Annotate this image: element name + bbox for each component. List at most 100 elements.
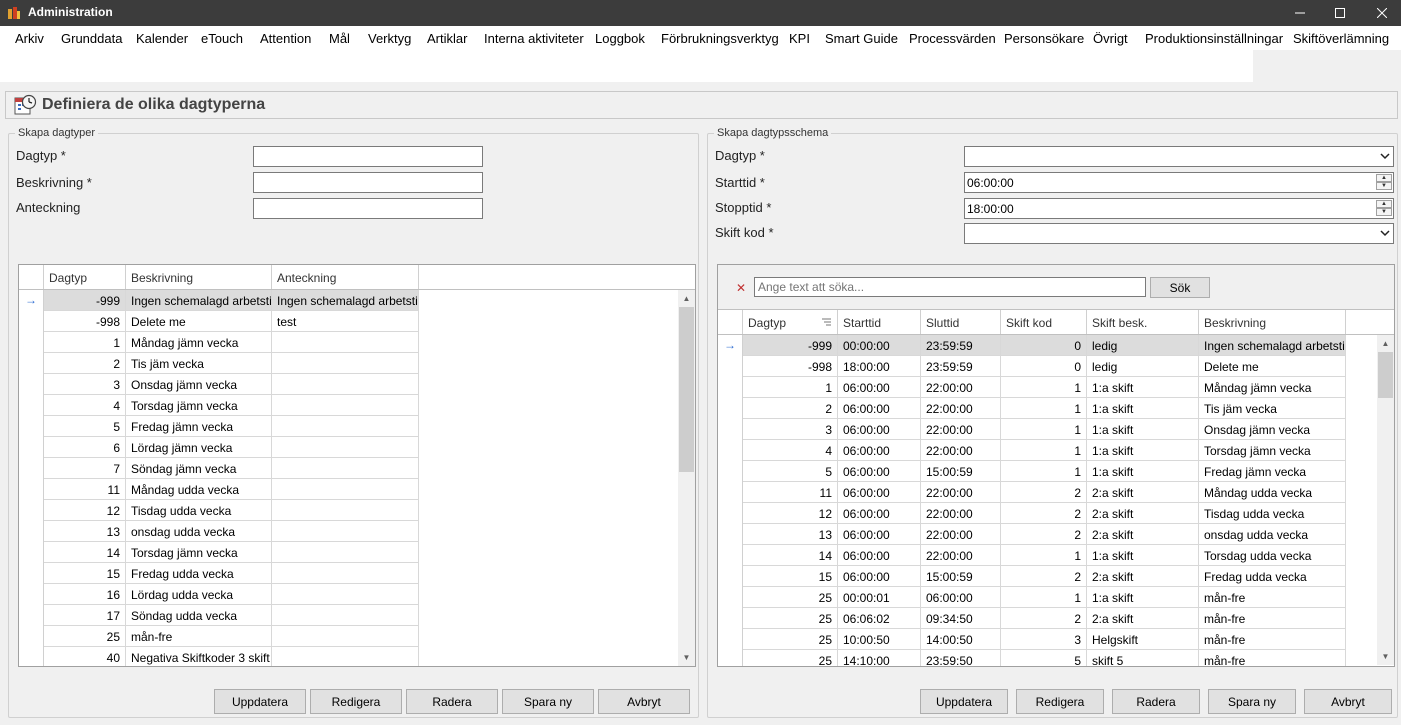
table-cell[interactable]: 06:00:00 (838, 377, 921, 398)
table-cell[interactable]: 25 (44, 626, 126, 647)
table-cell[interactable]: 2:a skift (1087, 503, 1199, 524)
table-row[interactable]: 1 06:00:00 22:00:00 1 1:a skift Måndag jämn v… (718, 377, 1377, 398)
table-row[interactable]: 25 mån-fre (19, 626, 678, 647)
table-cell[interactable]: -998 (44, 311, 126, 332)
table-row[interactable]: 15 06:00:00 15:00:59 2 2:a skift Fredag udda … (718, 566, 1377, 587)
table-cell[interactable]: 06:00:00 (921, 587, 1001, 608)
row-header[interactable] (19, 353, 44, 374)
table-cell[interactable]: 2:a skift (1087, 524, 1199, 545)
table-cell[interactable]: 22:00:00 (921, 545, 1001, 566)
table-cell[interactable]: Torsdag jämn vecka (1199, 440, 1346, 461)
table-cell[interactable] (272, 332, 419, 353)
table-cell[interactable]: 22:00:00 (921, 398, 1001, 419)
col-skiftbesk[interactable]: Skift besk. (1087, 310, 1199, 334)
table-cell[interactable] (272, 458, 419, 479)
table-cell[interactable]: 15 (44, 563, 126, 584)
table-cell[interactable]: 1:a skift (1087, 461, 1199, 482)
table-cell[interactable]: 25 (743, 608, 838, 629)
right-delete-button[interactable]: Radera (1112, 689, 1200, 714)
table-cell[interactable]: Måndag jämn vecka (1199, 377, 1346, 398)
menu-mal[interactable]: Mål (329, 31, 350, 46)
menu-artiklar[interactable]: Artiklar (427, 31, 467, 46)
table-cell[interactable]: 22:00:00 (921, 377, 1001, 398)
col-beskrivning[interactable]: Beskrivning (1199, 310, 1346, 334)
table-cell[interactable]: 2 (1001, 566, 1087, 587)
table-cell[interactable]: Ingen schemalagd arbetstid (126, 290, 272, 311)
current-row-arrow-icon[interactable]: → (19, 290, 44, 311)
table-cell[interactable]: Delete me (1199, 356, 1346, 377)
scroll-down-icon[interactable]: ▼ (1377, 648, 1394, 665)
table-row[interactable]: -998 Delete me test (19, 311, 678, 332)
row-header[interactable] (19, 521, 44, 542)
scroll-up-icon[interactable]: ▲ (678, 290, 695, 307)
scroll-up-icon[interactable]: ▲ (1377, 335, 1394, 352)
table-cell[interactable]: Lördag jämn vecka (126, 437, 272, 458)
table-cell[interactable]: skift 5 (1087, 650, 1199, 666)
table-cell[interactable]: 2 (1001, 524, 1087, 545)
table-cell[interactable]: 06:00:00 (838, 545, 921, 566)
table-cell[interactable]: Negativa Skiftkoder 3 skift (126, 647, 272, 666)
table-cell[interactable] (272, 584, 419, 605)
table-cell[interactable]: 22:00:00 (921, 419, 1001, 440)
table-cell[interactable]: 12 (743, 503, 838, 524)
table-cell[interactable]: ledig (1087, 356, 1199, 377)
row-header[interactable] (19, 500, 44, 521)
table-row[interactable]: -998 18:00:00 23:59:59 0 ledig Delete me (718, 356, 1377, 377)
table-row[interactable]: 11 06:00:00 22:00:00 2 2:a skift Måndag udda … (718, 482, 1377, 503)
row-header[interactable] (19, 374, 44, 395)
table-cell[interactable]: 06:00:00 (838, 503, 921, 524)
current-row-arrow-icon[interactable]: → (718, 335, 743, 356)
table-cell[interactable]: 1 (1001, 398, 1087, 419)
table-cell[interactable]: 7 (44, 458, 126, 479)
table-cell[interactable]: Tisdag udda vecka (1199, 503, 1346, 524)
table-cell[interactable]: ledig (1087, 335, 1199, 356)
table-cell[interactable] (272, 542, 419, 563)
table-row[interactable]: 15 Fredag udda vecka (19, 563, 678, 584)
col-sluttid[interactable]: Sluttid (921, 310, 1001, 334)
menu-etouch[interactable]: eTouch (201, 31, 243, 46)
table-row[interactable]: 5 Fredag jämn vecka (19, 416, 678, 437)
table-cell[interactable]: Tisdag udda vecka (126, 500, 272, 521)
table-cell[interactable]: 06:00:00 (838, 566, 921, 587)
table-row[interactable]: 4 Torsdag jämn vecka (19, 395, 678, 416)
row-header[interactable] (19, 332, 44, 353)
table-cell[interactable] (272, 437, 419, 458)
row-header[interactable] (718, 482, 743, 503)
table-cell[interactable]: 2 (1001, 482, 1087, 503)
table-cell[interactable]: 06:00:00 (838, 461, 921, 482)
table-cell[interactable]: 15:00:59 (921, 461, 1001, 482)
table-cell[interactable] (272, 626, 419, 647)
row-header[interactable] (718, 356, 743, 377)
table-cell[interactable]: 14 (743, 545, 838, 566)
right-save-new-button[interactable]: Spara ny (1208, 689, 1296, 714)
col-beskrivning[interactable]: Beskrivning (126, 265, 272, 289)
table-cell[interactable]: Torsdag jämn vecka (126, 395, 272, 416)
table-cell[interactable]: 5 (743, 461, 838, 482)
table-cell[interactable]: mån-fre (1199, 629, 1346, 650)
table-cell[interactable]: 1:a skift (1087, 545, 1199, 566)
row-header[interactable] (718, 587, 743, 608)
scroll-thumb[interactable] (679, 307, 694, 472)
row-header[interactable] (718, 398, 743, 419)
menu-grunddata[interactable]: Grunddata (61, 31, 122, 46)
table-cell[interactable]: 11 (743, 482, 838, 503)
table-cell[interactable]: Tis jäm vecka (126, 353, 272, 374)
table-cell[interactable]: Onsdag jämn vecka (126, 374, 272, 395)
search-input[interactable] (754, 277, 1146, 297)
table-cell[interactable]: 00:00:01 (838, 587, 921, 608)
col-anteckning[interactable]: Anteckning (272, 265, 419, 289)
table-cell[interactable]: Måndag jämn vecka (126, 332, 272, 353)
table-cell[interactable]: 1 (1001, 377, 1087, 398)
table-cell[interactable] (272, 521, 419, 542)
menu-processvarden[interactable]: Processvärden (909, 31, 996, 46)
table-cell[interactable]: 14 (44, 542, 126, 563)
right-dagtyp-combo[interactable] (964, 146, 1394, 167)
table-cell[interactable]: -999 (44, 290, 126, 311)
table-cell[interactable]: 1:a skift (1087, 587, 1199, 608)
row-header[interactable] (718, 650, 743, 666)
table-cell[interactable]: mån-fre (1199, 608, 1346, 629)
right-update-button[interactable]: Uppdatera (920, 689, 1008, 714)
schedule-grid-scrollbar[interactable]: ▲ ▼ (1377, 335, 1394, 665)
table-row[interactable]: 40 Negativa Skiftkoder 3 skift (19, 647, 678, 666)
table-row[interactable]: 14 06:00:00 22:00:00 1 1:a skift Torsdag udda… (718, 545, 1377, 566)
